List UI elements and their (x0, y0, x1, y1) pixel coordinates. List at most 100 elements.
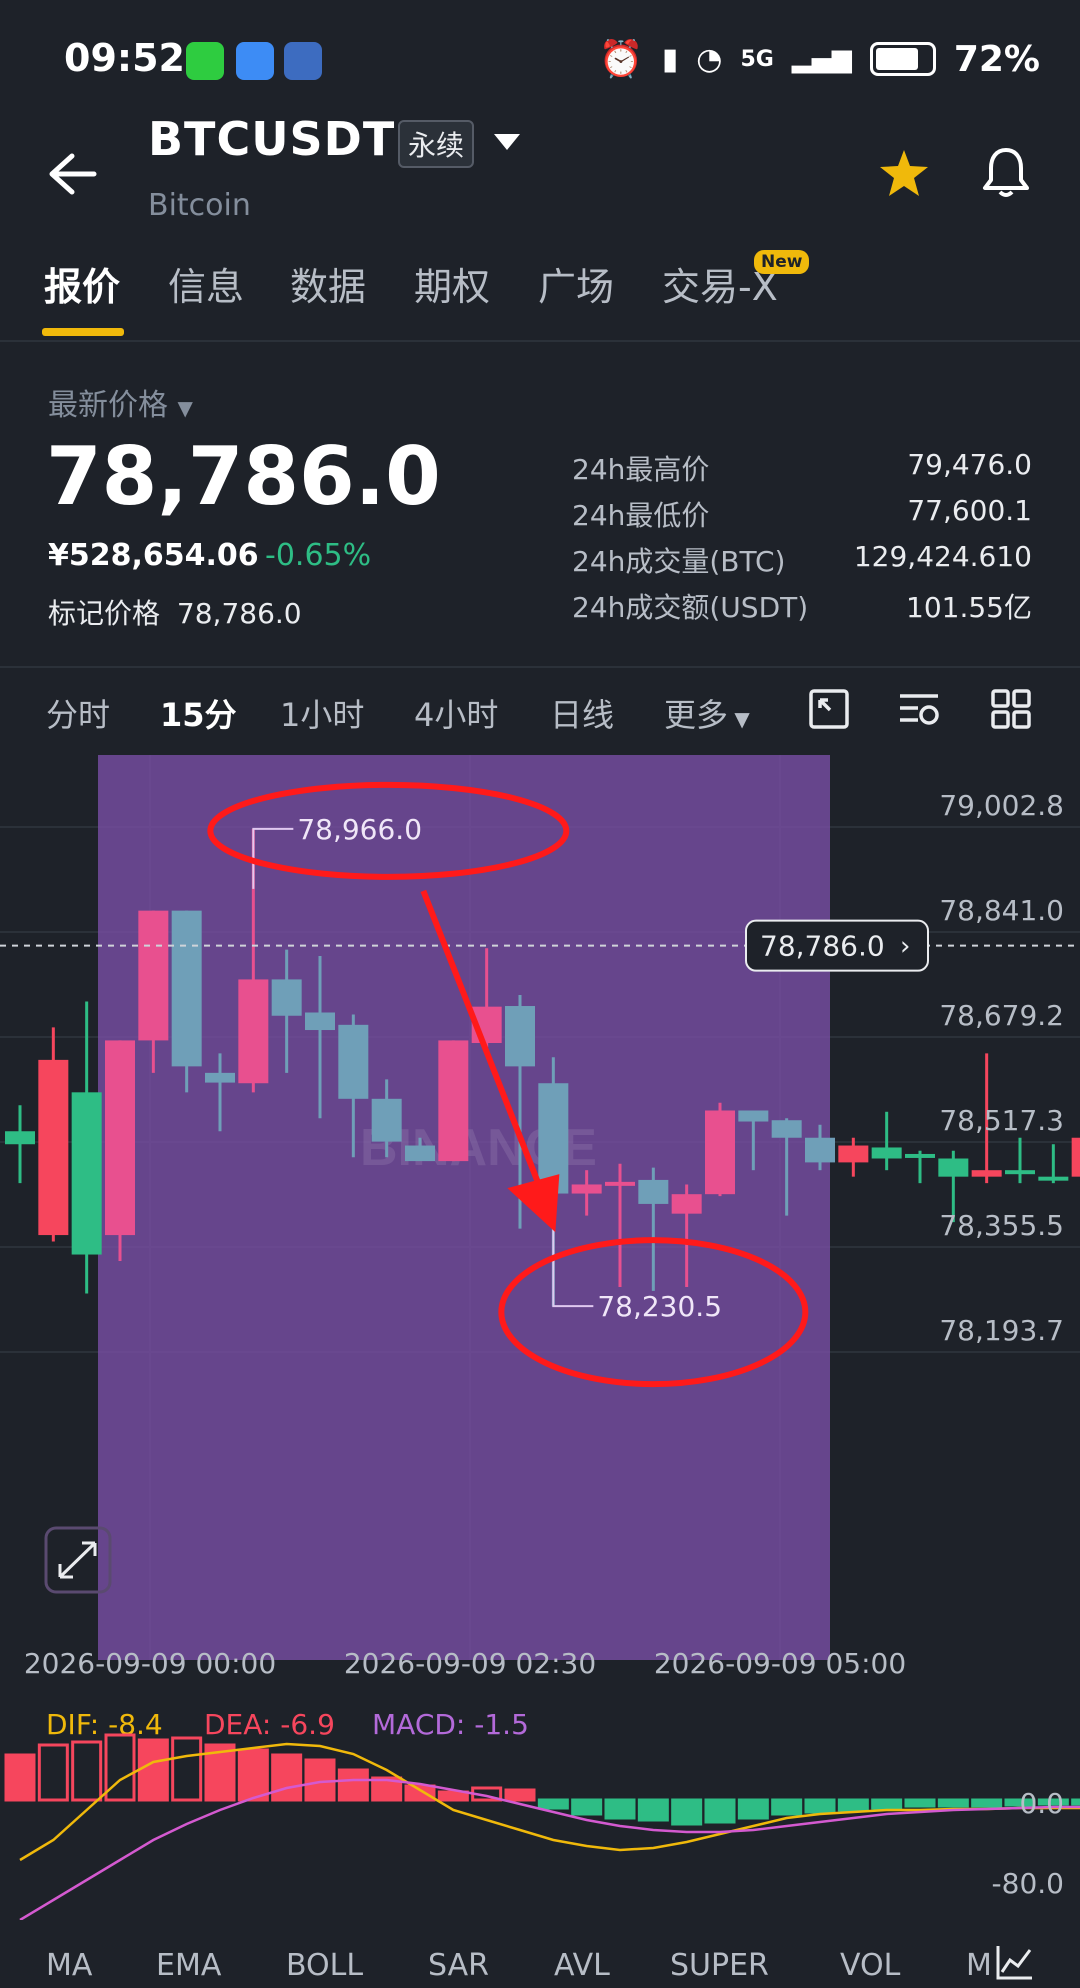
macd-bar (671, 1798, 703, 1826)
interval-1d[interactable]: 日线 (550, 690, 614, 736)
candle-body (871, 1147, 902, 1159)
symbol-subtitle: Bitcoin (148, 188, 251, 223)
current-price-label: 78,786.0 (760, 930, 885, 963)
candle-body (38, 1059, 69, 1236)
macd-bar (4, 1753, 36, 1802)
macd-bar (904, 1798, 936, 1808)
candle-body (971, 1170, 1002, 1177)
candle-body (805, 1137, 835, 1163)
chart-fullscreen-icon[interactable] (808, 688, 850, 730)
macd-chart: 0.0 -80.0 (4, 1733, 1080, 1920)
indicator-avl[interactable]: AVL (554, 1948, 610, 1983)
y-axis-ticks: 79,002.8 78,841.0 78,679.2 78,517.3 78,355.5… (939, 789, 1064, 1347)
chart-app-icon (284, 42, 322, 80)
macd-bar (304, 1758, 336, 1802)
symbol-title[interactable]: BTCUSDT (148, 112, 395, 166)
candle-body (705, 1110, 735, 1195)
bell-icon[interactable] (980, 146, 1032, 200)
candle-body (838, 1145, 869, 1163)
stat-value-high: 79,476.0 (907, 448, 1032, 481)
interval-1h[interactable]: 1小时 (280, 690, 364, 736)
candle-body (405, 1145, 435, 1162)
indicator-boll[interactable]: BOLL (286, 1948, 363, 1983)
indicator-settings-icon[interactable] (898, 688, 940, 730)
candle-body (771, 1120, 802, 1138)
macd-bar (404, 1784, 436, 1802)
candle-body (1071, 1137, 1080, 1177)
symbol-dropdown-icon[interactable] (494, 134, 520, 152)
high-price-label: 78,966.0 (297, 813, 422, 846)
status-bar: 09:52 ⏰ ▮ ◔ 5G ▂▄▆ 72% (0, 0, 1080, 110)
stat-label-turnover: 24h成交额(USDT) (572, 591, 809, 624)
stat-label-low: 24h最低价 (572, 499, 710, 532)
highlight-region (98, 755, 830, 1660)
favorite-star-icon[interactable] (878, 148, 930, 198)
interval-timeshare[interactable]: 分时 (46, 690, 110, 736)
tab-options[interactable]: 期权 (414, 256, 490, 311)
candlestick-chart[interactable]: BINANCE 79,002.878,841.078,679.278,517.3… (0, 755, 1080, 1675)
macd-lines (19, 1742, 1080, 1920)
tab-square[interactable]: 广场 (538, 256, 614, 311)
stat-value-volume: 129,424.610 (853, 540, 1032, 573)
indicator-vol[interactable]: VOL (840, 1948, 900, 1983)
macd-bar (237, 1748, 269, 1802)
battery-icon (869, 42, 936, 76)
candle-body (138, 910, 169, 1041)
y-tick-label: 78,355.5 (939, 1209, 1064, 1242)
price-change: -0.65% (265, 538, 372, 573)
indicator-ema[interactable]: EMA (156, 1948, 221, 1983)
macd-bar (971, 1798, 1003, 1808)
y-tick-label: 78,841.0 (939, 894, 1064, 927)
x-tick-label: 2026-09-09 00:00 (24, 1647, 276, 1675)
candle-body (205, 1072, 235, 1083)
interval-15m[interactable]: 15分 (160, 690, 237, 736)
macd-bar (37, 1743, 69, 1802)
divider (0, 666, 1080, 668)
new-badge: New (754, 250, 810, 274)
indicator-m[interactable]: M (966, 1948, 992, 1983)
indicator-ma[interactable]: MA (46, 1948, 92, 1983)
candle-body (938, 1158, 969, 1177)
battery-level: 72% (953, 38, 1040, 80)
macd-tick-low: -80.0 (992, 1867, 1064, 1900)
back-arrow-icon[interactable] (46, 152, 98, 196)
network-type: 5G (740, 46, 774, 72)
indicator-super[interactable]: SUPER (670, 1948, 769, 1983)
main-tabs: 报价 信息 数据 期权 广场 交易-X (0, 250, 1080, 342)
macd-bar (771, 1798, 803, 1816)
indicator-sar[interactable]: SAR (428, 1948, 489, 1983)
interval-4h[interactable]: 4小时 (414, 690, 498, 736)
macd-bar (704, 1798, 736, 1824)
indicator-chart-icon[interactable] (994, 1942, 1034, 1982)
x-tick-label: 2026-09-09 02:30 (344, 1647, 596, 1675)
candle-body (338, 1024, 369, 1099)
macd-bar (71, 1740, 103, 1802)
macd-bar (871, 1798, 903, 1810)
candle-body (605, 1181, 635, 1186)
tab-info[interactable]: 信息 (168, 256, 244, 311)
macd-bar (437, 1790, 469, 1802)
wifi-icon: ◔ (696, 41, 723, 77)
macd-tick-zero: 0.0 (1019, 1787, 1064, 1820)
caret-down-icon: ▼ (728, 707, 750, 731)
candle-body (438, 1040, 469, 1162)
interval-more[interactable]: 更多 ▼ (664, 690, 750, 736)
message-icon (236, 42, 274, 80)
low-price-label: 78,230.5 (597, 1290, 722, 1323)
wechat-icon (186, 42, 224, 80)
mark-price: 标记价格 78,786.0 (48, 597, 302, 630)
latest-price-label[interactable]: 最新价格 ▼ (48, 380, 193, 424)
macd-bar (504, 1788, 536, 1802)
grid-layout-icon[interactable] (990, 688, 1032, 730)
current-price-tag[interactable]: 78,786.0 › (745, 919, 929, 972)
macd-bar (271, 1753, 303, 1802)
candle-body (71, 1092, 102, 1255)
macd-bar (171, 1736, 203, 1802)
tab-quote[interactable]: 报价 (44, 256, 120, 311)
macd-bar (804, 1798, 836, 1814)
stat-value-turnover: 101.55亿 (906, 591, 1032, 624)
y-tick-label: 78,517.3 (939, 1104, 1064, 1137)
tab-data[interactable]: 数据 (290, 256, 366, 311)
status-time: 09:52 (64, 36, 185, 80)
macd-bar (537, 1798, 569, 1810)
